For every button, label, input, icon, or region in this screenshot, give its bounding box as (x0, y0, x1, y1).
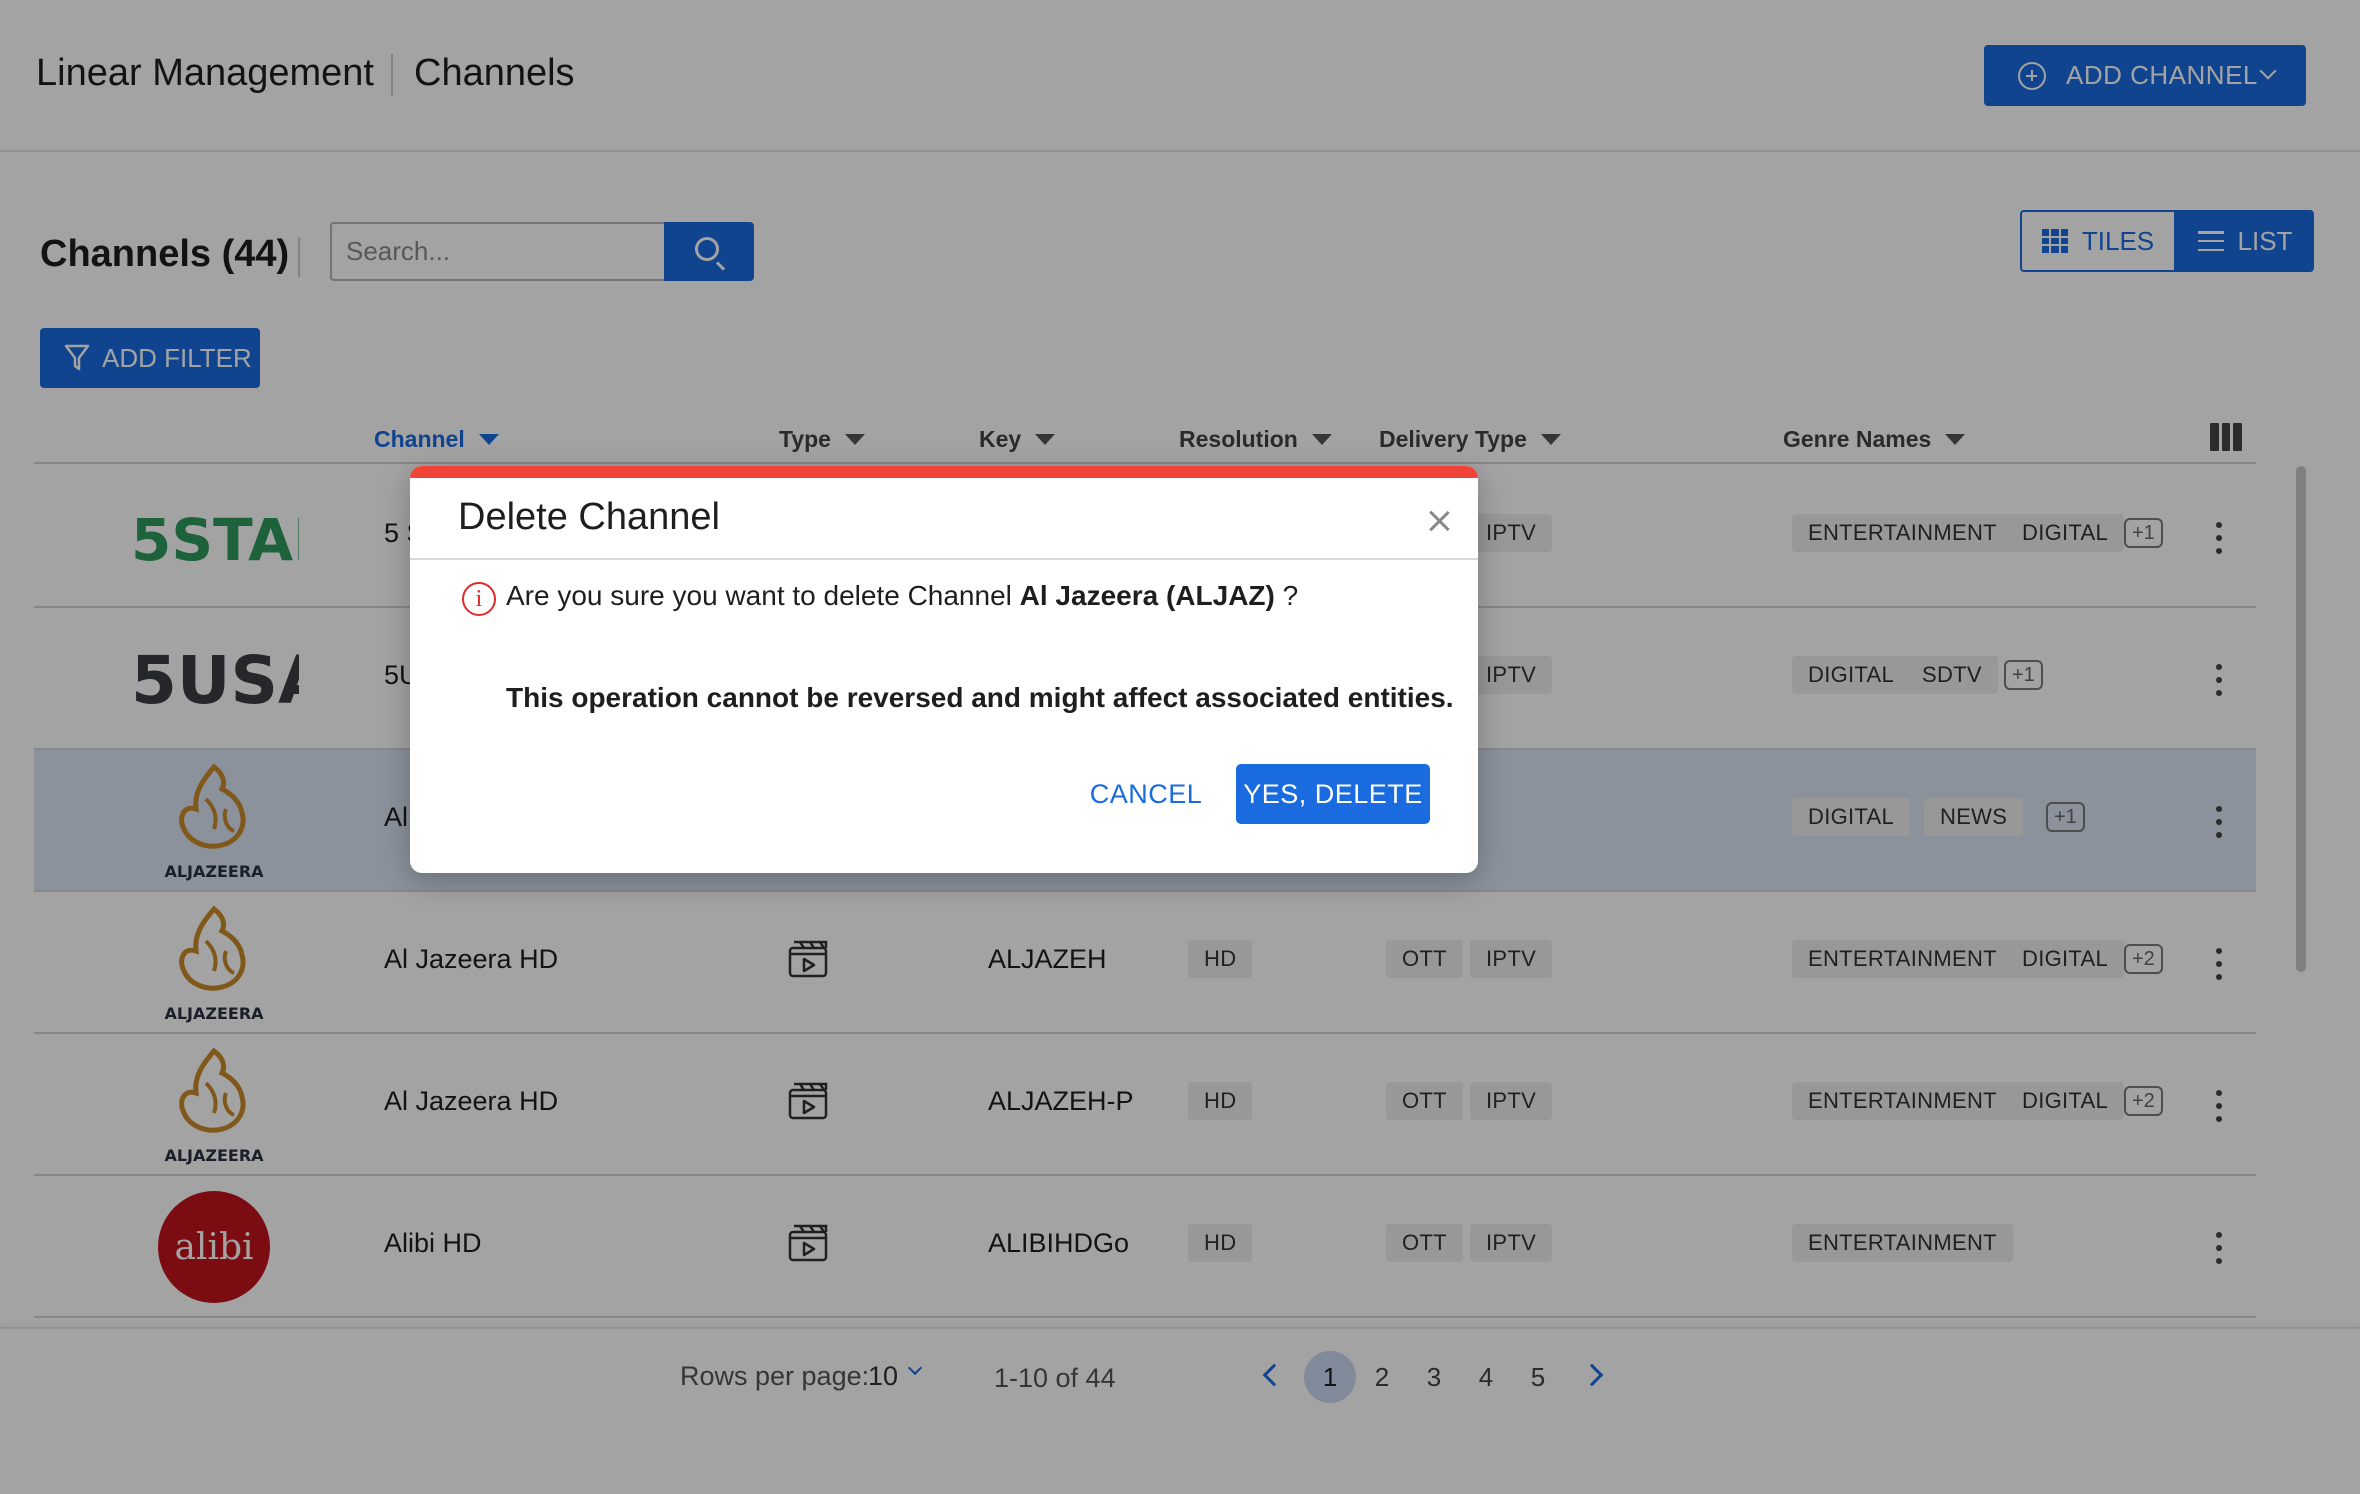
dialog-warning: This operation cannot be reversed and mi… (506, 682, 1454, 713)
danger-accent-bar (410, 466, 1478, 478)
info-icon: i (462, 582, 496, 616)
cancel-button[interactable]: CANCEL (1078, 764, 1214, 824)
dialog-title: Delete Channel (458, 496, 720, 538)
delete-channel-dialog: Delete Channel i Are you sure you want t… (410, 466, 1478, 873)
dialog-divider (410, 558, 1478, 560)
confirm-delete-button[interactable]: YES, DELETE (1236, 764, 1430, 824)
dialog-question: Are you sure you want to delete Channel … (506, 580, 1299, 611)
close-icon[interactable] (1424, 506, 1454, 536)
channel-to-delete: Al Jazeera (ALJAZ) (1019, 580, 1275, 611)
